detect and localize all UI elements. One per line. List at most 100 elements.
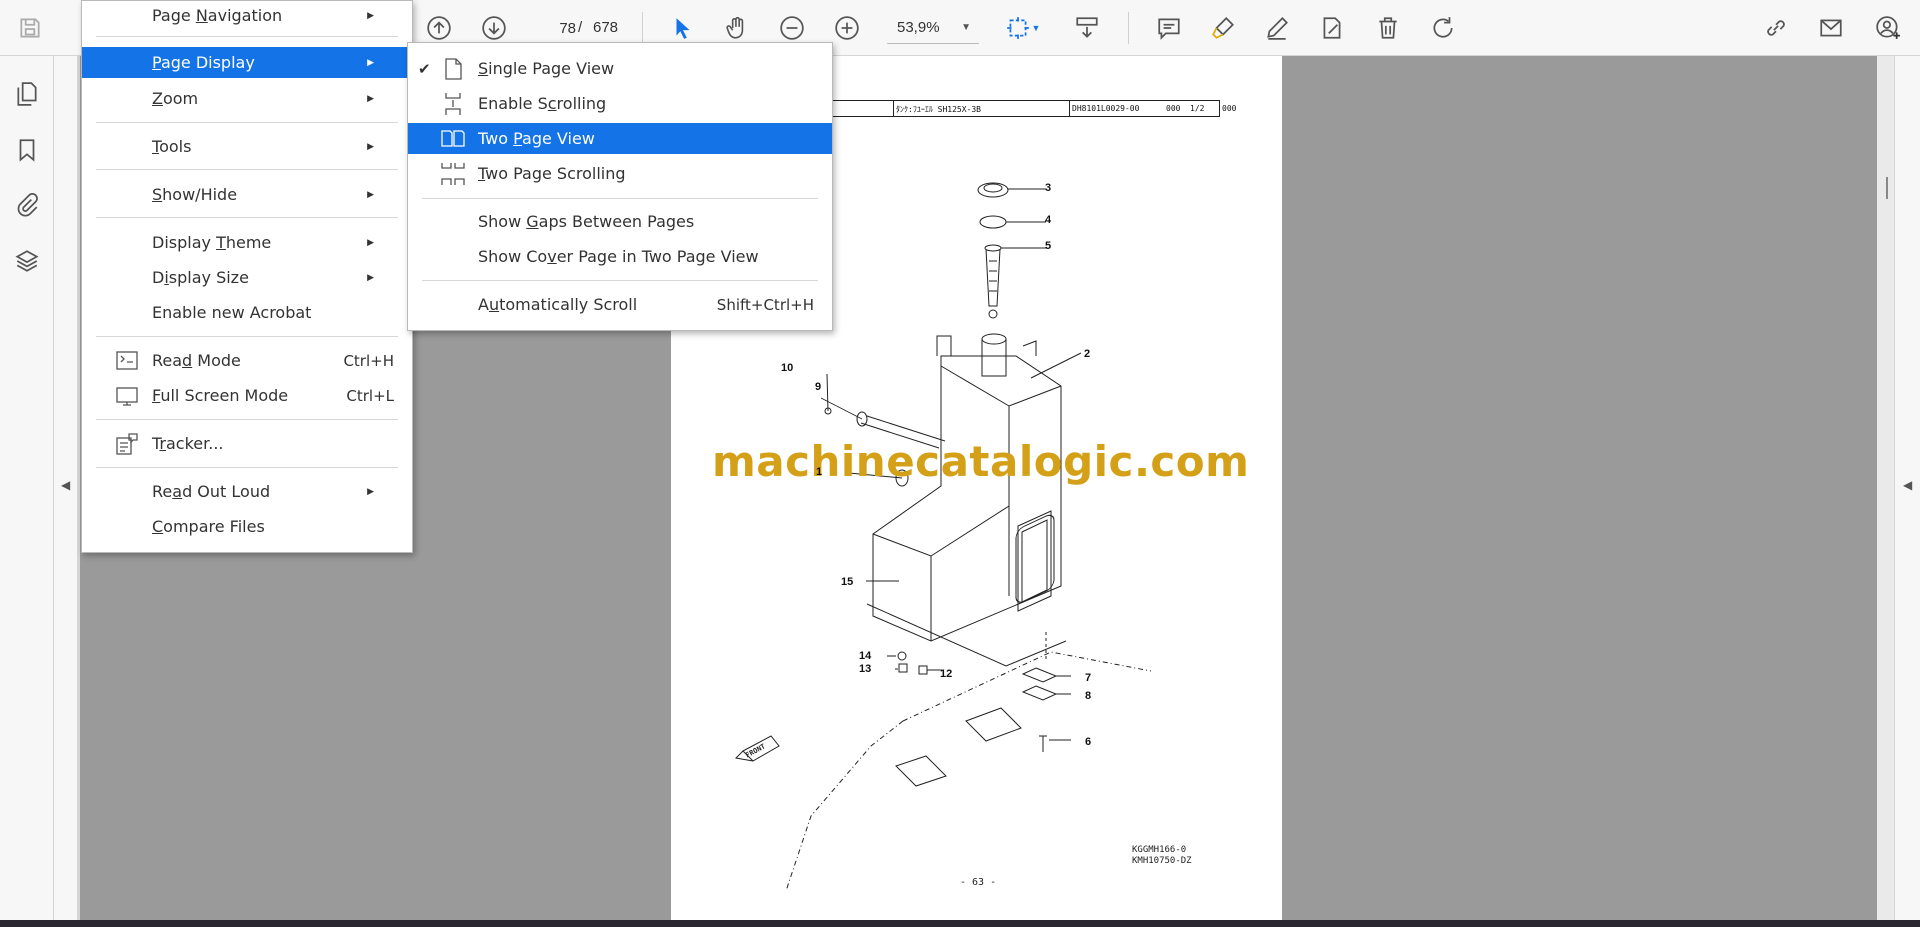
page-display-submenu: ✔ Single Page View Enable Scrolling Two … [407,42,833,331]
menu-item-shortcut: Shift+Ctrl+H [716,295,814,314]
submenu-arrow-icon: ▶ [367,237,374,248]
menu-separator [96,169,398,170]
callout-15: 15 [841,576,854,588]
callout-6: 6 [1085,736,1092,748]
zoom-out-icon[interactable] [774,10,810,46]
menu-item-label: Page Display [152,53,255,72]
zoom-level-value: 53,9% [897,19,940,36]
bookmarks-icon[interactable] [9,132,45,168]
rotate-icon[interactable] [1425,10,1461,46]
menu-item-read-mode[interactable]: Read Mode Ctrl+H [82,345,412,376]
hand-tool-icon[interactable] [719,10,755,46]
tracker-icon [114,431,140,456]
callout-10: 10 [781,362,794,374]
menu-separator [96,336,398,337]
menu-item-display-theme[interactable]: Display Theme ▶ [82,227,412,258]
menu-item-label: Enable new Acrobat [152,303,312,322]
two-page-scrolling-icon [440,161,466,186]
two-page-icon [440,126,466,151]
zoom-level-dropdown[interactable]: 53,9% ▼ [887,12,979,44]
callout-14: 14 [859,650,872,662]
menu-item-label: Compare Files [152,517,265,536]
menu-item-shortcut: Ctrl+H [343,351,394,370]
menu-item-automatically-scroll[interactable]: Automatically Scroll Shift+Ctrl+H [408,289,832,320]
menu-item-two-page-scrolling[interactable]: Two Page Scrolling [408,158,832,189]
callout-4: 4 [1045,214,1052,226]
save-icon[interactable] [12,10,48,46]
page-thumbnails-icon[interactable] [9,76,45,112]
menu-separator [96,467,398,468]
select-tool-icon[interactable] [665,10,701,46]
menu-item-label: Show Cover Page in Two Page View [478,247,759,266]
right-panel-rail: ◀ [1894,56,1920,920]
menu-item-label: Show/Hide [152,185,238,204]
previous-page-icon[interactable] [421,10,457,46]
page-footer-number: - 63 - [960,877,997,888]
scrollbar-thumb[interactable] [1886,177,1888,199]
callout-8: 8 [1085,690,1092,702]
menu-item-two-page-view[interactable]: Two Page View [408,123,832,154]
zoom-in-icon[interactable] [829,10,865,46]
chevron-down-icon: ▼ [961,22,971,33]
menu-item-single-page-view[interactable]: ✔ Single Page View [408,53,832,84]
callout-7: 7 [1085,672,1092,684]
expand-right-panel-icon[interactable]: ◀ [1903,478,1912,492]
attachments-icon[interactable] [9,187,45,223]
menu-item-show-gaps-between-pages[interactable]: Show Gaps Between Pages [408,206,832,237]
menu-item-page-display[interactable]: Page Display ▶ [82,47,412,78]
menu-item-page-navigation[interactable]: Page Navigation ▶ [82,0,412,31]
page-number-input[interactable] [528,14,576,42]
menu-separator [96,36,398,37]
menu-item-enable-new-acrobat[interactable]: Enable new Acrobat [82,297,412,328]
menu-item-tracker[interactable]: Tracker... [82,428,412,459]
callout-1: 1 [816,466,823,478]
drawing-ref-code-2: KMH10750-DZ [1132,856,1192,866]
add-user-icon[interactable] [1870,10,1906,46]
menu-item-show-cover-page[interactable]: Show Cover Page in Two Page View [408,241,832,272]
menu-item-label: Display Theme [152,233,272,252]
single-page-icon [440,56,466,81]
menu-item-zoom[interactable]: Zoom ▶ [82,83,412,114]
menu-item-show-hide[interactable]: Show/Hide ▶ [82,179,412,210]
read-mode-icon [114,348,140,373]
submenu-arrow-icon: ▶ [367,10,374,21]
callout-3: 3 [1045,182,1052,194]
menu-item-enable-scrolling[interactable]: Enable Scrolling [408,88,832,119]
left-tools-rail [0,56,54,920]
menu-separator [96,419,398,420]
view-menu: Page Navigation ▶ Page Display ▶ Zoom ▶ Too… [81,0,413,553]
fit-page-chevron-icon[interactable]: ▼ [1028,10,1044,46]
menu-item-compare-files[interactable]: Compare Files [82,511,412,542]
comment-icon[interactable] [1151,10,1187,46]
menu-separator [96,122,398,123]
submenu-arrow-icon: ▶ [367,486,374,497]
menu-item-shortcut: Ctrl+L [346,386,394,405]
taskbar-strip [0,920,1920,927]
layers-icon[interactable] [9,243,45,279]
draw-icon[interactable] [1259,10,1295,46]
share-link-icon[interactable] [1758,10,1794,46]
scroll-mode-icon[interactable] [1069,10,1105,46]
submenu-arrow-icon: ▶ [367,272,374,283]
menu-item-label: Show Gaps Between Pages [478,212,695,231]
menu-item-label: Read Out Loud [152,482,271,501]
next-page-icon[interactable] [476,10,512,46]
expand-left-panel-icon[interactable]: ◀ [61,478,70,492]
callout-2: 2 [1084,348,1091,360]
delete-icon[interactable] [1370,10,1406,46]
highlight-icon[interactable] [1205,10,1241,46]
email-icon[interactable] [1813,10,1849,46]
page-separator: / [578,19,583,36]
menu-item-tools[interactable]: Tools ▶ [82,131,412,162]
watermark-text: machinecatalogic.com [712,437,1250,486]
menu-item-label: Two Page Scrolling [478,164,626,183]
menu-item-full-screen-mode[interactable]: Full Screen Mode Ctrl+L [82,380,412,411]
menu-separator [96,217,398,218]
menu-item-display-size[interactable]: Display Size ▶ [82,262,412,293]
checkmark-icon: ✔ [418,59,431,78]
fill-sign-icon[interactable] [1314,10,1350,46]
menu-item-label: Automatically Scroll [478,295,638,314]
drawing-ref-code-1: KGGMH166-0 [1132,845,1187,855]
menu-item-read-out-loud[interactable]: Read Out Loud ▶ [82,476,412,507]
submenu-arrow-icon: ▶ [367,57,374,68]
